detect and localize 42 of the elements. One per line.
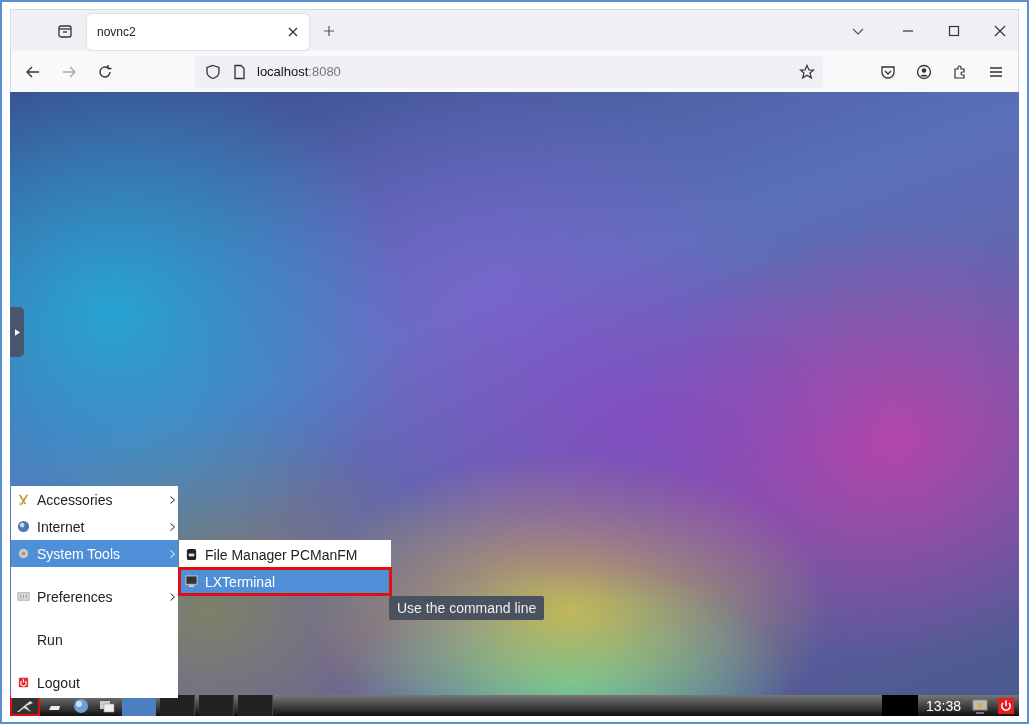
menu-item[interactable]: Run — [11, 626, 178, 653]
tab-list-icon[interactable] — [57, 22, 73, 39]
globe-icon — [17, 520, 30, 533]
chevron-right-icon — [170, 522, 175, 531]
monitor-icon — [185, 575, 198, 588]
tab-title: novnc2 — [97, 24, 137, 39]
close-icon[interactable] — [994, 24, 1006, 37]
new-tab-icon[interactable] — [323, 24, 335, 37]
url-text: localhost:8080 — [257, 64, 341, 79]
account-icon[interactable] — [916, 63, 932, 80]
menu-item[interactable]: Accessories — [11, 486, 178, 513]
power-icon[interactable] — [998, 697, 1014, 714]
drive-icon — [185, 548, 198, 561]
menu-item[interactable]: Preferences — [11, 583, 178, 610]
address-bar[interactable]: localhost:8080 — [195, 55, 823, 88]
bird-logo-icon — [16, 698, 34, 713]
menu-item[interactable]: Logout — [11, 669, 178, 696]
screen-icon[interactable] — [972, 697, 988, 714]
sliders-icon — [17, 590, 30, 603]
browser-tab[interactable]: novnc2 — [87, 13, 309, 50]
puzzle-piece-icon[interactable] — [952, 63, 968, 80]
chevron-right-icon — [170, 592, 175, 601]
side-panel-handle[interactable] — [10, 307, 24, 357]
chevron-right-icon — [170, 495, 175, 504]
tooltip: Use the command line — [389, 596, 545, 620]
chevron-right-icon — [170, 549, 175, 558]
pocket-icon[interactable] — [880, 63, 896, 80]
maximize-icon[interactable] — [948, 24, 960, 37]
reload-icon[interactable] — [97, 63, 113, 80]
gear-icon — [17, 547, 30, 560]
star-icon[interactable] — [799, 63, 815, 80]
shield-icon — [205, 63, 221, 80]
tray-area — [881, 695, 918, 716]
menu-item[interactable]: Internet — [11, 513, 178, 540]
scissors-icon — [17, 493, 30, 506]
globe-icon[interactable] — [73, 697, 89, 714]
clock: 13:38 — [925, 697, 961, 714]
power-icon — [17, 676, 30, 689]
menu-item[interactable]: File Manager PCManFM — [179, 541, 391, 568]
taskbar-slot[interactable] — [160, 695, 195, 716]
close-icon[interactable] — [287, 25, 299, 38]
page-icon — [231, 63, 247, 80]
